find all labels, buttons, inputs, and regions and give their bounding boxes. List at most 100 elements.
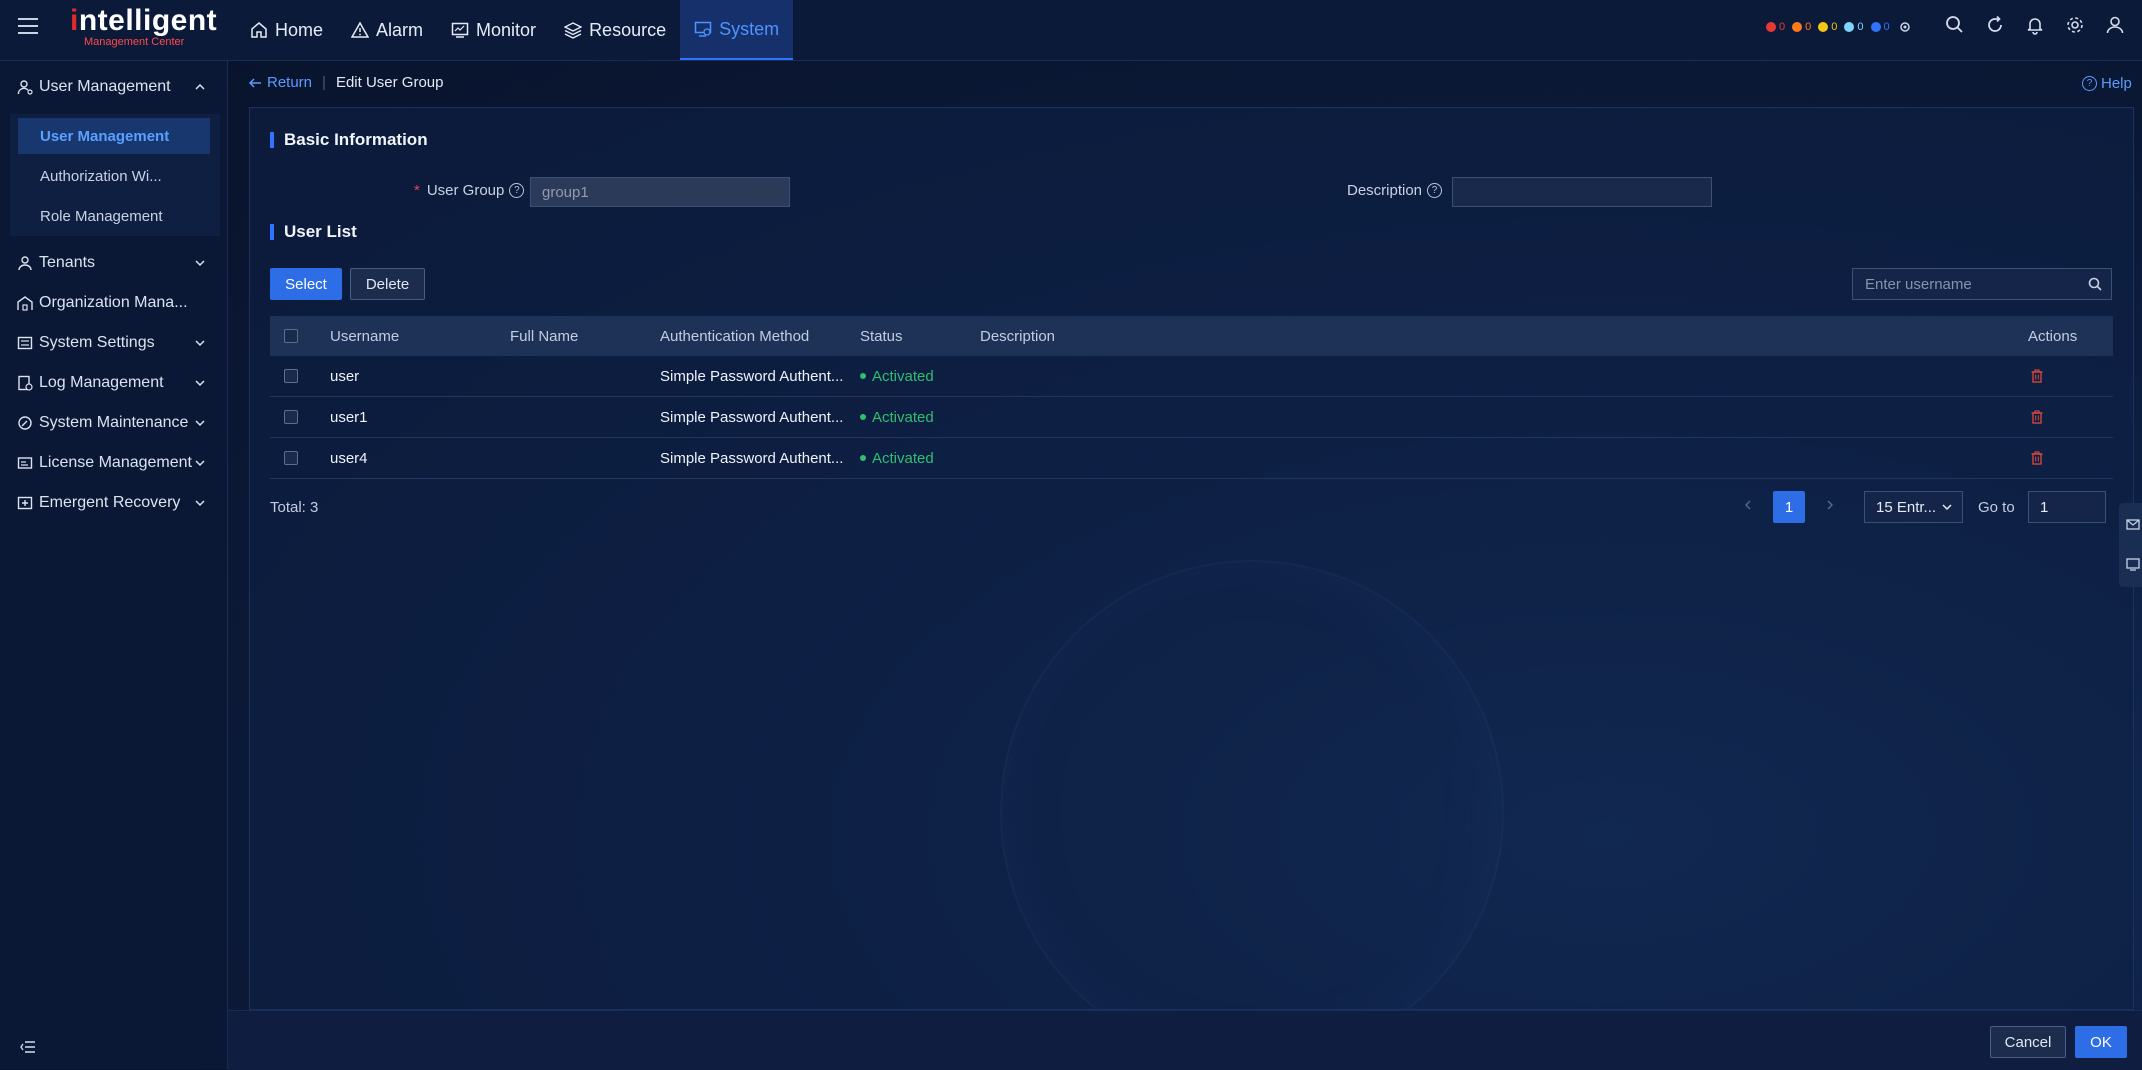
col-actions: Actions <box>2028 327 2078 345</box>
gear-icon[interactable] <box>2065 15 2085 35</box>
side-toolbar <box>2119 503 2142 587</box>
description-input[interactable] <box>1452 177 1712 207</box>
email-icon[interactable] <box>2126 517 2140 531</box>
sidebar-item-system-maintenance[interactable]: System Maintenance <box>0 403 227 443</box>
top-toolbar <box>1945 15 2125 35</box>
table-header: Username Full Name Authentication Method… <box>270 316 2113 356</box>
sidebar-subitem-role-management[interactable]: Role Management <box>18 198 210 234</box>
required-marker: * <box>414 182 420 199</box>
row-checkbox[interactable] <box>284 438 298 478</box>
minor-alarm-dot <box>1818 22 1829 32</box>
cell-auth-method: Simple Password Authent... <box>660 449 844 467</box>
chevron-down-icon <box>195 340 205 347</box>
nav-monitor[interactable]: Monitor <box>437 0 550 60</box>
chevron-down-icon <box>1942 504 1952 511</box>
page-1-button[interactable]: 1 <box>1773 491 1805 523</box>
nav-resource[interactable]: Resource <box>550 0 680 60</box>
notification-bell-icon[interactable] <box>2025 15 2045 35</box>
license-icon <box>17 457 33 469</box>
ok-button[interactable]: OK <box>2075 1026 2127 1058</box>
prev-page-icon[interactable] <box>1743 499 1753 511</box>
footer-bar <box>228 1010 2142 1070</box>
nav-system[interactable]: System <box>680 0 794 60</box>
info-alarm-dot <box>1870 22 1881 32</box>
username-search-input[interactable]: Enter username <box>1852 268 2112 300</box>
cell-status: Activated <box>860 397 934 437</box>
search-icon[interactable] <box>2088 277 2102 291</box>
status-dot <box>860 455 866 461</box>
cell-username: user1 <box>330 408 368 426</box>
collapse-sidebar-icon[interactable] <box>20 1040 36 1054</box>
logo: intelligent Management Center <box>70 4 218 49</box>
table-row: user1 Simple Password Authent... Activat… <box>270 397 2113 438</box>
page-size-select[interactable]: 15 Entr... <box>1864 491 1963 523</box>
chevron-up-icon <box>195 83 205 90</box>
cell-username: user <box>330 367 360 385</box>
sidebar-item-license-management[interactable]: License Management <box>0 443 227 483</box>
total-count: Total: 3 <box>270 499 319 516</box>
goto-page-input[interactable]: 1 <box>2028 491 2106 523</box>
col-auth-method: Authentication Method <box>660 327 810 345</box>
settings-icon <box>17 336 33 350</box>
sidebar-item-system-settings[interactable]: System Settings <box>0 323 227 363</box>
sidebar-subitem-user-management[interactable]: User Management <box>18 118 210 154</box>
status-dot <box>860 373 866 379</box>
home-icon <box>251 22 267 38</box>
alarm-settings-icon[interactable] <box>1897 19 1913 35</box>
sidebar-item-user-management[interactable]: User Management <box>0 67 227 107</box>
delete-row-button[interactable] <box>2030 397 2044 437</box>
message-icon[interactable] <box>2126 557 2140 571</box>
delete-row-button[interactable] <box>2030 356 2044 396</box>
refresh-icon[interactable] <box>1985 15 2005 35</box>
maintenance-icon <box>18 416 32 430</box>
select-button[interactable]: Select <box>270 268 342 300</box>
trash-icon <box>2031 451 2043 465</box>
resource-icon <box>564 22 583 39</box>
warning-alarm-dot <box>1844 22 1855 32</box>
next-page-icon[interactable] <box>1825 499 1835 511</box>
return-link[interactable]: Return <box>249 74 312 91</box>
sidebar: User Management User Management Authoriz… <box>0 61 228 1069</box>
cell-auth-method: Simple Password Authent... <box>660 408 844 426</box>
chevron-down-icon <box>195 500 205 507</box>
cancel-button[interactable]: Cancel <box>1990 1026 2066 1058</box>
help-link[interactable]: ? Help <box>2082 75 2132 92</box>
goto-label: Go to <box>1978 499 2015 516</box>
nav-alarm[interactable]: Alarm <box>337 0 437 60</box>
main-nav: Home Alarm Monitor Resource System <box>236 0 794 60</box>
row-checkbox[interactable] <box>284 397 298 437</box>
help-icon: ? <box>2082 76 2097 91</box>
alarm-icon <box>351 21 370 38</box>
search-icon[interactable] <box>1945 15 1965 35</box>
sidebar-item-tenants[interactable]: Tenants <box>0 243 227 283</box>
arrow-left-icon <box>249 77 261 88</box>
delete-button[interactable]: Delete <box>350 268 425 300</box>
user-table: Username Full Name Authentication Method… <box>270 316 2113 479</box>
row-checkbox[interactable] <box>284 356 298 396</box>
sidebar-item-organization[interactable]: Organization Mana... <box>0 283 227 323</box>
system-icon <box>694 21 712 37</box>
table-row: user Simple Password Authent... Activate… <box>270 356 2113 397</box>
major-alarm-dot <box>1792 22 1803 32</box>
menu-toggle-icon[interactable] <box>18 18 38 34</box>
sidebar-subitem-authorization[interactable]: Authorization Wi... <box>18 158 210 194</box>
breadcrumb: Return | Edit User Group <box>249 74 443 91</box>
content-panel <box>249 107 2134 1010</box>
select-all-checkbox[interactable] <box>284 316 298 356</box>
col-description: Description <box>980 327 1056 345</box>
user-avatar-icon[interactable] <box>2105 15 2125 35</box>
sidebar-item-emergent-recovery[interactable]: Emergent Recovery <box>0 483 227 523</box>
status-dot <box>860 414 866 420</box>
sidebar-item-log-management[interactable]: Log Management <box>0 363 227 403</box>
chevron-down-icon <box>195 380 205 387</box>
cell-auth-method: Simple Password Authent... <box>660 367 844 385</box>
chevron-down-icon <box>195 260 205 267</box>
delete-row-button[interactable] <box>2030 438 2044 478</box>
user-group-input[interactable]: group1 <box>530 177 790 207</box>
nav-home[interactable]: Home <box>236 0 337 60</box>
table-row: user4 Simple Password Authent... Activat… <box>270 438 2113 479</box>
question-icon: ? <box>1427 183 1443 198</box>
user-group-label: * User Group ? <box>414 182 525 199</box>
description-label: Description ? <box>1347 182 1443 199</box>
alarm-counts[interactable]: 0 0 0 0 0 <box>1766 19 1913 35</box>
